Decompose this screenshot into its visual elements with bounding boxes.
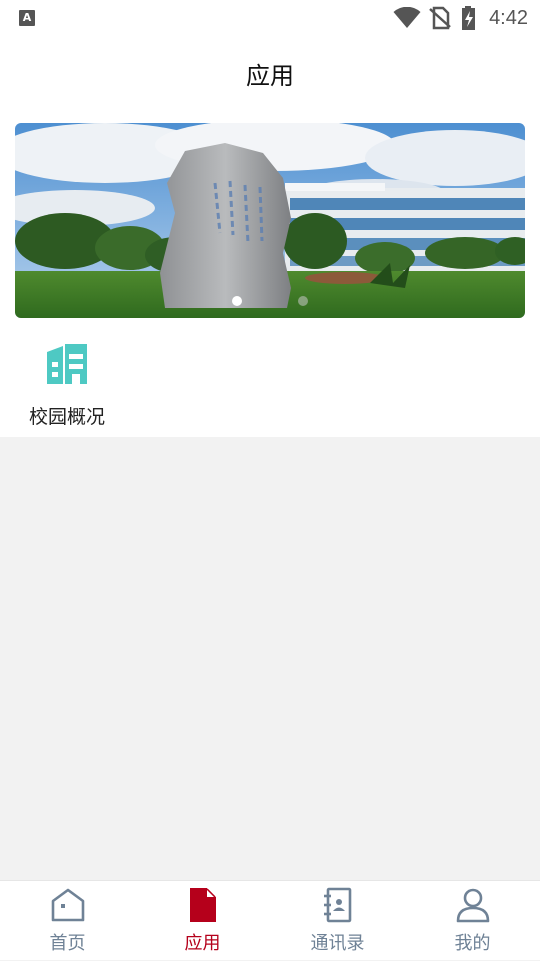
app-item-campus-overview[interactable]: 校园概况 [22,342,112,432]
tab-home[interactable]: 首页 [0,881,135,961]
status-time: 4:42 [489,6,528,29]
carousel-dot-active[interactable] [232,296,242,306]
header: 应用 [0,36,540,110]
page-title: 应用 [246,62,294,90]
person-icon [456,888,489,923]
tab-label: 我的 [454,933,491,954]
contacts-icon [323,887,351,923]
status-bar: A 4:42 [0,0,540,36]
wifi-icon [393,7,421,28]
document-icon [189,888,216,922]
battery-charging-icon [462,6,476,30]
tab-contacts[interactable]: 通讯录 [270,881,405,961]
tab-label: 应用 [184,933,221,954]
app-label: 校园概况 [28,406,105,428]
status-icons: 4:42 [393,5,528,31]
banner-image [15,123,525,318]
carousel-indicator [15,296,525,306]
tab-label: 通讯录 [310,933,365,954]
home-icon [51,888,84,922]
tab-apps[interactable]: 应用 [135,881,270,961]
tab-profile[interactable]: 我的 [405,881,540,961]
bottom-tab-bar: 首页 应用 通讯录 我的 [0,880,540,960]
banner-carousel[interactable] [15,123,525,318]
notification-app-icon: A [19,10,35,26]
tab-label: 首页 [49,933,86,954]
apps-panel: 校园概况 [0,110,540,437]
building-icon [47,344,87,384]
carousel-dot[interactable] [298,296,308,306]
no-sim-icon [429,6,451,30]
